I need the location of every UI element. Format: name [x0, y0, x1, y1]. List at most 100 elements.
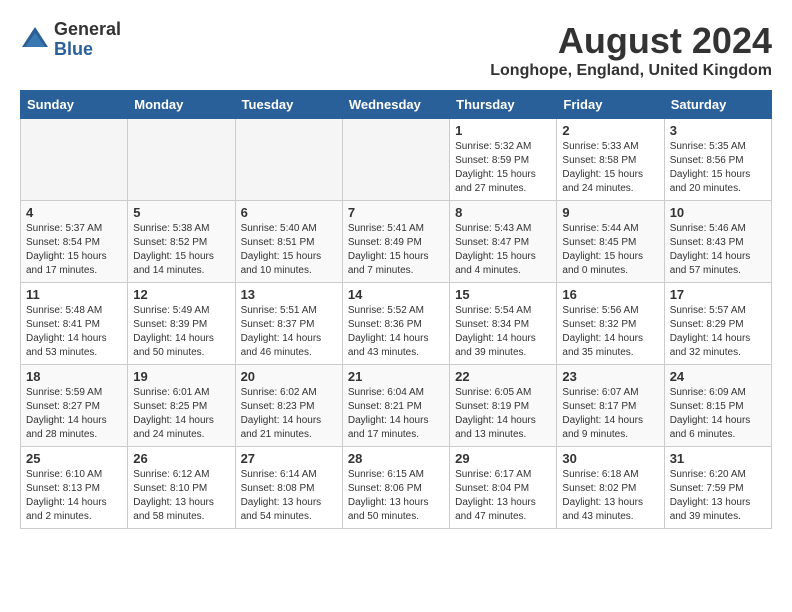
- day-number: 30: [562, 451, 658, 466]
- calendar-cell: 3 Sunrise: 5:35 AMSunset: 8:56 PMDaylight…: [664, 119, 771, 201]
- logo-general: General: [54, 20, 121, 40]
- calendar-cell: 18Sunrise: 5:59 AMSunset: 8:27 PMDayligh…: [21, 365, 128, 447]
- logo-text: General Blue: [54, 20, 121, 60]
- page-header: General Blue August 2024 Longhope, Engla…: [20, 20, 772, 80]
- day-info: Sunrise: 6:02 AMSunset: 8:23 PMDaylight:…: [241, 386, 337, 442]
- calendar-cell: 5 Sunrise: 5:38 AMSunset: 8:52 PMDaylight…: [128, 201, 235, 283]
- calendar-cell: 20Sunrise: 6:02 AMSunset: 8:23 PMDayligh…: [235, 365, 342, 447]
- calendar-cell: 4 Sunrise: 5:37 AMSunset: 8:54 PMDaylight…: [21, 201, 128, 283]
- calendar-week-row: 25Sunrise: 6:10 AMSunset: 8:13 PMDayligh…: [21, 447, 772, 529]
- day-info: Sunrise: 5:41 AMSunset: 8:49 PMDaylight:…: [348, 222, 444, 278]
- day-info: Sunrise: 6:14 AMSunset: 8:08 PMDaylight:…: [241, 468, 337, 524]
- day-number: 7: [348, 205, 444, 220]
- day-info: Sunrise: 5:52 AMSunset: 8:36 PMDaylight:…: [348, 304, 444, 360]
- calendar-cell: [235, 119, 342, 201]
- day-info: Sunrise: 5:40 AMSunset: 8:51 PMDaylight:…: [241, 222, 337, 278]
- calendar-cell: 7 Sunrise: 5:41 AMSunset: 8:49 PMDaylight…: [342, 201, 449, 283]
- logo: General Blue: [20, 20, 121, 60]
- day-info: Sunrise: 5:35 AMSunset: 8:56 PMDaylight:…: [670, 140, 766, 196]
- day-number: 2: [562, 123, 658, 138]
- day-info: Sunrise: 6:20 AMSunset: 7:59 PMDaylight:…: [670, 468, 766, 524]
- calendar-cell: 2 Sunrise: 5:33 AMSunset: 8:58 PMDaylight…: [557, 119, 664, 201]
- day-info: Sunrise: 6:05 AMSunset: 8:19 PMDaylight:…: [455, 386, 551, 442]
- weekday-header: Tuesday: [235, 91, 342, 119]
- calendar-cell: 8 Sunrise: 5:43 AMSunset: 8:47 PMDaylight…: [450, 201, 557, 283]
- day-info: Sunrise: 6:10 AMSunset: 8:13 PMDaylight:…: [26, 468, 122, 524]
- calendar-cell: 23Sunrise: 6:07 AMSunset: 8:17 PMDayligh…: [557, 365, 664, 447]
- day-number: 16: [562, 287, 658, 302]
- day-number: 9: [562, 205, 658, 220]
- calendar-table: SundayMondayTuesdayWednesdayThursdayFrid…: [20, 90, 772, 529]
- day-info: Sunrise: 6:17 AMSunset: 8:04 PMDaylight:…: [455, 468, 551, 524]
- day-info: Sunrise: 5:37 AMSunset: 8:54 PMDaylight:…: [26, 222, 122, 278]
- day-number: 12: [133, 287, 229, 302]
- day-info: Sunrise: 6:12 AMSunset: 8:10 PMDaylight:…: [133, 468, 229, 524]
- calendar-cell: 22 Sunrise: 6:05 AMSunset: 8:19 PMDayligh…: [450, 365, 557, 447]
- day-info: Sunrise: 6:01 AMSunset: 8:25 PMDaylight:…: [133, 386, 229, 442]
- weekday-header: Monday: [128, 91, 235, 119]
- weekday-header-row: SundayMondayTuesdayWednesdayThursdayFrid…: [21, 91, 772, 119]
- day-info: Sunrise: 5:56 AMSunset: 8:32 PMDaylight:…: [562, 304, 658, 360]
- day-info: Sunrise: 6:18 AMSunset: 8:02 PMDaylight:…: [562, 468, 658, 524]
- calendar-week-row: 11Sunrise: 5:48 AMSunset: 8:41 PMDayligh…: [21, 283, 772, 365]
- day-info: Sunrise: 6:09 AMSunset: 8:15 PMDaylight:…: [670, 386, 766, 442]
- day-info: Sunrise: 5:54 AMSunset: 8:34 PMDaylight:…: [455, 304, 551, 360]
- day-info: Sunrise: 5:46 AMSunset: 8:43 PMDaylight:…: [670, 222, 766, 278]
- calendar-cell: 21Sunrise: 6:04 AMSunset: 8:21 PMDayligh…: [342, 365, 449, 447]
- calendar-week-row: 18Sunrise: 5:59 AMSunset: 8:27 PMDayligh…: [21, 365, 772, 447]
- day-number: 27: [241, 451, 337, 466]
- day-info: Sunrise: 6:15 AMSunset: 8:06 PMDaylight:…: [348, 468, 444, 524]
- day-number: 15: [455, 287, 551, 302]
- calendar-week-row: 1 Sunrise: 5:32 AMSunset: 8:59 PMDaylight…: [21, 119, 772, 201]
- day-number: 1: [455, 123, 551, 138]
- calendar-cell: 28 Sunrise: 6:15 AMSunset: 8:06 PMDayligh…: [342, 447, 449, 529]
- title-section: August 2024 Longhope, England, United Ki…: [490, 20, 772, 80]
- calendar-cell: 12 Sunrise: 5:49 AMSunset: 8:39 PMDayligh…: [128, 283, 235, 365]
- day-number: 10: [670, 205, 766, 220]
- day-number: 26: [133, 451, 229, 466]
- day-info: Sunrise: 6:07 AMSunset: 8:17 PMDaylight:…: [562, 386, 658, 442]
- weekday-header: Friday: [557, 91, 664, 119]
- day-number: 8: [455, 205, 551, 220]
- calendar-cell: [342, 119, 449, 201]
- day-number: 5: [133, 205, 229, 220]
- day-number: 19: [133, 369, 229, 384]
- calendar-week-row: 4 Sunrise: 5:37 AMSunset: 8:54 PMDaylight…: [21, 201, 772, 283]
- logo-icon: [20, 25, 50, 55]
- day-number: 24: [670, 369, 766, 384]
- calendar-cell: 1 Sunrise: 5:32 AMSunset: 8:59 PMDaylight…: [450, 119, 557, 201]
- weekday-header: Sunday: [21, 91, 128, 119]
- day-info: Sunrise: 6:04 AMSunset: 8:21 PMDaylight:…: [348, 386, 444, 442]
- calendar-cell: 14 Sunrise: 5:52 AMSunset: 8:36 PMDayligh…: [342, 283, 449, 365]
- calendar-cell: 11Sunrise: 5:48 AMSunset: 8:41 PMDayligh…: [21, 283, 128, 365]
- calendar-cell: 9Sunrise: 5:44 AMSunset: 8:45 PMDaylight…: [557, 201, 664, 283]
- day-info: Sunrise: 5:33 AMSunset: 8:58 PMDaylight:…: [562, 140, 658, 196]
- day-info: Sunrise: 5:32 AMSunset: 8:59 PMDaylight:…: [455, 140, 551, 196]
- day-number: 31: [670, 451, 766, 466]
- day-number: 13: [241, 287, 337, 302]
- day-number: 3: [670, 123, 766, 138]
- calendar-cell: [128, 119, 235, 201]
- weekday-header: Wednesday: [342, 91, 449, 119]
- day-info: Sunrise: 5:43 AMSunset: 8:47 PMDaylight:…: [455, 222, 551, 278]
- day-number: 29: [455, 451, 551, 466]
- calendar-cell: 30 Sunrise: 6:18 AMSunset: 8:02 PMDayligh…: [557, 447, 664, 529]
- calendar-cell: 15 Sunrise: 5:54 AMSunset: 8:34 PMDayligh…: [450, 283, 557, 365]
- logo-blue: Blue: [54, 40, 121, 60]
- calendar-cell: 13 Sunrise: 5:51 AMSunset: 8:37 PMDayligh…: [235, 283, 342, 365]
- calendar-cell: 16 Sunrise: 5:56 AMSunset: 8:32 PMDayligh…: [557, 283, 664, 365]
- weekday-header: Saturday: [664, 91, 771, 119]
- day-info: Sunrise: 5:51 AMSunset: 8:37 PMDaylight:…: [241, 304, 337, 360]
- day-info: Sunrise: 5:38 AMSunset: 8:52 PMDaylight:…: [133, 222, 229, 278]
- day-info: Sunrise: 5:49 AMSunset: 8:39 PMDaylight:…: [133, 304, 229, 360]
- day-number: 18: [26, 369, 122, 384]
- calendar-cell: 10 Sunrise: 5:46 AMSunset: 8:43 PMDayligh…: [664, 201, 771, 283]
- calendar-cell: 26 Sunrise: 6:12 AMSunset: 8:10 PMDayligh…: [128, 447, 235, 529]
- day-number: 4: [26, 205, 122, 220]
- day-number: 22: [455, 369, 551, 384]
- day-number: 14: [348, 287, 444, 302]
- calendar-cell: 24 Sunrise: 6:09 AMSunset: 8:15 PMDayligh…: [664, 365, 771, 447]
- day-number: 28: [348, 451, 444, 466]
- calendar-cell: 17Sunrise: 5:57 AMSunset: 8:29 PMDayligh…: [664, 283, 771, 365]
- calendar-cell: 25Sunrise: 6:10 AMSunset: 8:13 PMDayligh…: [21, 447, 128, 529]
